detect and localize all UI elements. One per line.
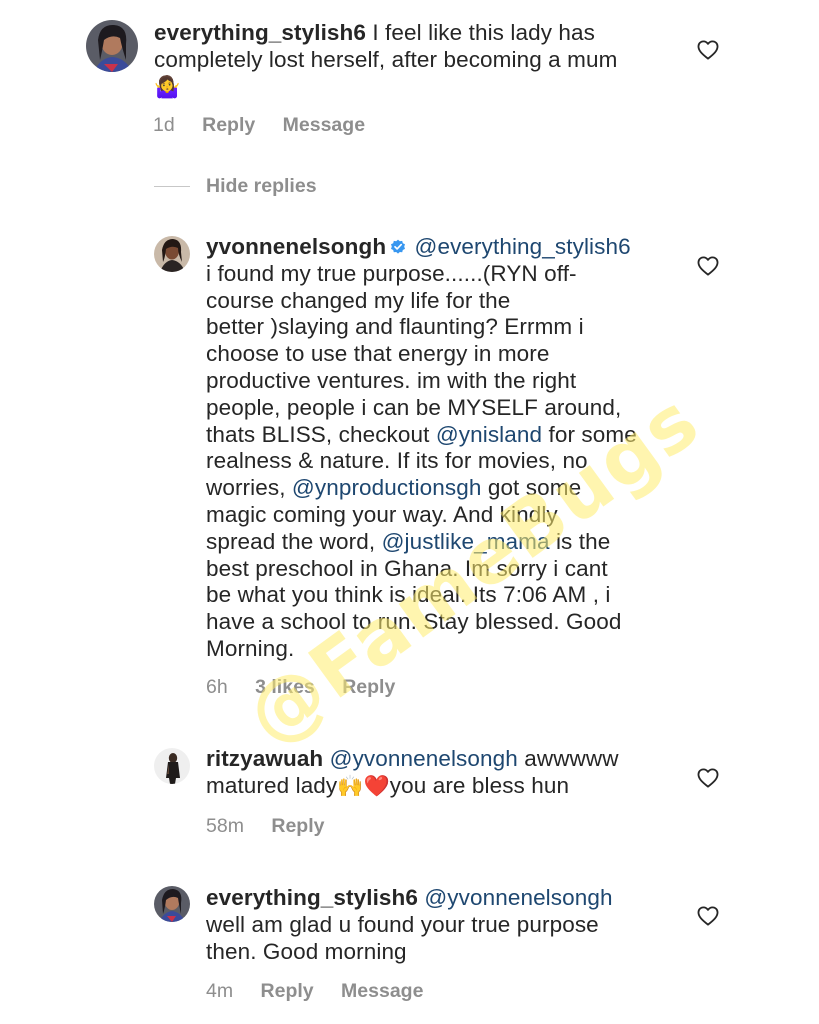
- like-heart-icon[interactable]: [697, 768, 719, 788]
- comment-body-line: awwwww: [517, 746, 619, 771]
- comment-time: 6h: [206, 676, 228, 698]
- comment-body-line: magic coming your way. And kindly: [206, 501, 558, 527]
- mention-link[interactable]: @ynproductionsgh: [292, 475, 482, 500]
- verified-badge-icon: [390, 235, 406, 254]
- comment-body-line: realness & nature. If its for movies, no: [206, 448, 588, 474]
- reply-button[interactable]: Reply: [261, 980, 314, 1002]
- reply-button[interactable]: Reply: [271, 815, 324, 837]
- comment-time: 4m: [206, 980, 234, 1002]
- comment-text: everything_stylish6 I feel like this lad…: [154, 20, 714, 100]
- red-heart-emoji: ❤️: [363, 773, 390, 798]
- comment-body-line: matured lady: [206, 772, 338, 798]
- comment-meta: 6h 3 likes Reply: [206, 676, 417, 699]
- comment-body-line: spread the word,: [206, 528, 382, 554]
- comment-meta: 58m Reply: [206, 815, 346, 838]
- comment-body-line: well am glad u found your true purpose: [206, 911, 599, 937]
- comment-body-line: Morning.: [206, 635, 295, 661]
- likes-count[interactable]: 3 likes: [255, 676, 315, 698]
- raised-hands-emoji: 🙌: [337, 773, 364, 798]
- reply-button[interactable]: Reply: [202, 114, 255, 136]
- avatar[interactable]: [154, 236, 190, 272]
- divider-line: [154, 185, 190, 187]
- comment-body-line: completely lost herself, after becoming …: [154, 46, 618, 72]
- mention-link[interactable]: @everything_stylish6: [415, 234, 631, 259]
- comment-body-line: be what you think is ideal. Its 7:06 AM …: [206, 582, 611, 608]
- shrug-emoji: 🤷‍♀️: [154, 74, 181, 99]
- comment-body-line: have a school to run. Stay blessed. Good: [206, 609, 622, 635]
- comment-body-line: people, people i can be MYSELF around,: [206, 394, 622, 420]
- comment-username[interactable]: everything_stylish6: [206, 885, 418, 910]
- avatar[interactable]: [86, 20, 138, 72]
- comments-thread: everything_stylish6 I feel like this lad…: [0, 0, 819, 1024]
- mention-link[interactable]: @ynisland: [436, 422, 542, 447]
- comment-text: yvonnenelsongh @everything_stylish6 i fo…: [206, 234, 686, 663]
- comment-body-line: for some: [542, 421, 637, 447]
- mention-link[interactable]: @justlike_mama: [382, 529, 550, 554]
- like-heart-icon[interactable]: [697, 40, 719, 60]
- hide-replies-label[interactable]: Hide replies: [206, 175, 317, 198]
- comment-body-line: worries,: [206, 475, 292, 501]
- comment-body-line: thats BLISS, checkout: [206, 421, 436, 447]
- mention-link[interactable]: @yvonnenelsongh: [424, 885, 612, 910]
- comment-body-line: i found my true purpose......(RYN off-: [206, 260, 577, 286]
- avatar[interactable]: [154, 748, 190, 784]
- comment-body-line: I feel like this lady has: [372, 20, 595, 45]
- mention-link[interactable]: @yvonnenelsongh: [330, 746, 518, 771]
- comment-body-line: then. Good morning: [206, 938, 407, 964]
- comment-body-line: got some: [481, 475, 582, 501]
- comment-username[interactable]: yvonnenelsongh: [206, 234, 386, 259]
- comment-body-line: best preschool in Ghana. Im sorry i cant: [206, 555, 608, 581]
- like-heart-icon[interactable]: [697, 256, 719, 276]
- comment-time: 58m: [206, 815, 244, 837]
- comment-body-line: productive ventures. im with the right: [206, 367, 577, 393]
- avatar[interactable]: [154, 886, 190, 922]
- comment-body-line: choose to use that energy in more: [206, 341, 550, 367]
- comment-text: everything_stylish6 @yvonnenelsongh well…: [206, 885, 686, 965]
- comment-username[interactable]: everything_stylish6: [154, 20, 366, 45]
- comment-time: 1d: [153, 114, 175, 136]
- comment-body-line: course changed my life for the: [206, 287, 511, 313]
- comment-username[interactable]: ritzyawuah: [206, 746, 323, 771]
- comment-body-line: better )slaying and flaunting? Errmm i: [206, 314, 584, 340]
- like-heart-icon[interactable]: [697, 906, 719, 926]
- reply-button[interactable]: Reply: [342, 676, 395, 698]
- hide-replies-toggle[interactable]: Hide replies: [154, 174, 317, 198]
- comment-body-line: you are bless hun: [389, 772, 570, 798]
- comment-meta: 1d Reply Message: [153, 114, 387, 137]
- comment-text: ritzyawuah @yvonnenelsongh awwwww mature…: [206, 746, 686, 800]
- comment-body-line: is the: [549, 528, 611, 554]
- message-button[interactable]: Message: [283, 114, 365, 136]
- comment-meta: 4m Reply Message: [206, 980, 445, 1003]
- message-button[interactable]: Message: [341, 980, 423, 1002]
